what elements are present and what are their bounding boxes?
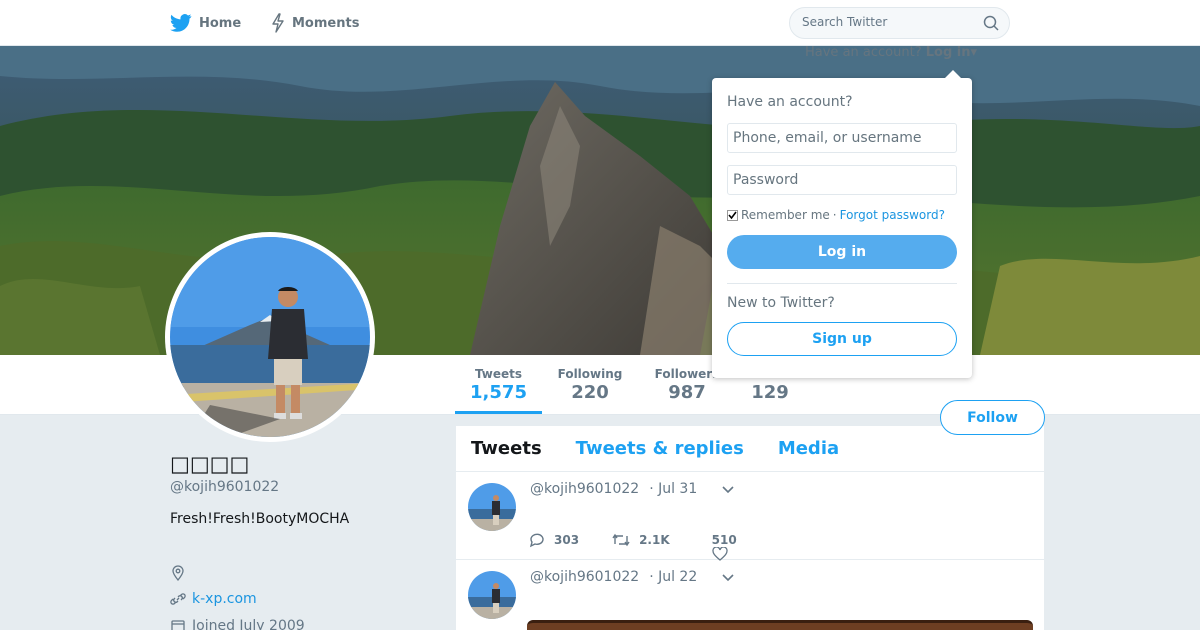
lightning-icon: [272, 13, 284, 33]
profile-website: k-xp.com: [170, 591, 257, 607]
nav-home[interactable]: Home: [170, 0, 241, 46]
tweet-media-image[interactable]: [527, 620, 1033, 630]
tweet-actions: 303 2.1K 510: [528, 532, 769, 561]
profile-name: □□□□: [170, 452, 250, 476]
profile-bio: Fresh!Fresh!BootyMOCHA: [170, 511, 350, 527]
tab-tweets[interactable]: Tweets: [471, 438, 542, 459]
password-field[interactable]: [727, 165, 957, 195]
retweet-count: 2.1K: [639, 533, 670, 547]
profile-avatar[interactable]: [165, 232, 375, 442]
timeline: Tweets Tweets & replies Media @kojih9601…: [456, 426, 1044, 630]
login-title: Have an account?: [727, 94, 853, 110]
account-hint: Have an account? Log in▾: [805, 45, 977, 60]
remember-checkbox[interactable]: [727, 209, 738, 221]
top-nav: Home Moments: [0, 0, 1200, 46]
forgot-password-link[interactable]: Forgot password?: [840, 208, 945, 222]
twitter-bird-icon: [170, 14, 192, 32]
tweet-handle[interactable]: @kojih9601022: [530, 569, 639, 585]
location-pin-icon: [172, 565, 184, 581]
calendar-icon: [171, 620, 185, 630]
tweet-date[interactable]: · Jul 22: [649, 569, 697, 585]
profile-handle: @kojih9601022: [170, 479, 280, 495]
stat-label: Following: [557, 367, 623, 381]
account-hint-login-link[interactable]: Log in: [926, 45, 971, 60]
caret-down-icon: ▾: [970, 45, 978, 60]
stat-following[interactable]: Following 220: [555, 355, 625, 414]
nav-home-label: Home: [199, 15, 242, 31]
tweet-avatar[interactable]: [468, 571, 516, 619]
reply-action[interactable]: 303: [528, 532, 579, 548]
like-action[interactable]: 510: [711, 533, 737, 561]
like-count: 510: [711, 533, 737, 547]
heart-icon: [711, 547, 728, 561]
stat-value: 129: [751, 382, 789, 403]
remember-row: Remember me · Forgot password?: [727, 208, 957, 222]
tweet-date[interactable]: · Jul 31: [649, 481, 697, 497]
tweet-item[interactable]: @kojih9601022 · Jul 31 303 2.1K 510: [456, 472, 1044, 561]
divider: [727, 283, 957, 284]
tweet-header: @kojih9601022 · Jul 31: [530, 481, 735, 497]
tab-tweets-and-replies[interactable]: Tweets & replies: [576, 438, 744, 459]
login-dropdown: Have an account? Remember me · Forgot pa…: [712, 70, 972, 378]
stat-value: 987: [668, 382, 706, 403]
stat-tweets[interactable]: Tweets 1,575: [455, 355, 542, 414]
login-button[interactable]: Log in: [727, 235, 957, 269]
profile-location: [170, 565, 186, 581]
new-to-twitter-label: New to Twitter?: [727, 295, 835, 311]
follow-button[interactable]: Follow: [940, 400, 1045, 435]
tab-media[interactable]: Media: [778, 438, 839, 459]
stat-value: 1,575: [470, 382, 527, 403]
chevron-down-icon[interactable]: [721, 482, 735, 496]
separator-dot: ·: [832, 208, 837, 222]
nav-moments[interactable]: Moments: [271, 0, 359, 46]
reply-icon: [529, 533, 544, 548]
tweet-avatar[interactable]: [468, 483, 516, 531]
chevron-down-icon[interactable]: [721, 570, 735, 584]
username-field[interactable]: [727, 123, 957, 153]
search-box: [789, 7, 1010, 39]
tweet-item[interactable]: @kojih9601022 · Jul 22: [456, 560, 1044, 630]
profile-joined-text: Joined July 2009: [192, 618, 305, 630]
account-hint-text: Have an account?: [805, 45, 922, 60]
profile-website-link[interactable]: k-xp.com: [192, 591, 257, 607]
reply-count: 303: [554, 533, 580, 547]
retweet-icon: [612, 533, 630, 547]
search-input[interactable]: [802, 15, 972, 29]
search-icon[interactable]: [983, 15, 999, 31]
nav-moments-label: Moments: [292, 15, 360, 31]
retweet-action[interactable]: 2.1K: [611, 532, 670, 548]
link-icon: [170, 593, 186, 605]
tweet-header: @kojih9601022 · Jul 22: [530, 569, 735, 585]
profile-joined: Joined July 2009: [170, 618, 305, 630]
tweet-handle[interactable]: @kojih9601022: [530, 481, 639, 497]
stat-value: 220: [571, 382, 609, 403]
stat-label: Tweets: [474, 367, 523, 381]
signup-button[interactable]: Sign up: [727, 322, 957, 356]
remember-label: Remember me: [741, 208, 830, 222]
